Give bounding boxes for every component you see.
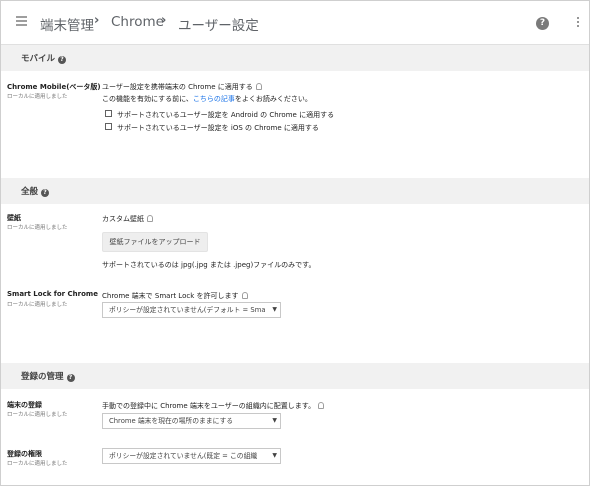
chevron-right-icon: › — [161, 13, 167, 28]
lightbulb-icon[interactable] — [255, 83, 262, 90]
dropdown-arrow-icon: ▼ — [272, 306, 277, 313]
settings-frame: 端末管理 › Chrome › ユーザー設定 ? モバイル? Chrome Mo… — [0, 0, 590, 486]
ios-apply-label: サポートされているユーザー設定を iOS の Chrome に適用する — [117, 124, 319, 132]
setting-name-device-enrollment: 端末の登録 — [7, 401, 42, 409]
custom-wallpaper-label: カスタム壁紙 — [102, 214, 153, 224]
setting-scope-smart-lock: ローカルに適用しました — [7, 302, 68, 308]
setting-name-enrollment-permission: 登録の権限 — [7, 450, 42, 458]
chevron-right-icon: › — [94, 13, 100, 28]
help-icon[interactable]: ? — [58, 56, 67, 64]
device-enrollment-label: 手動での登録中に Chrome 端末をユーザーの組織内に配置します。 — [102, 401, 325, 411]
dropdown-arrow-icon: ▼ — [272, 452, 277, 459]
upload-wallpaper-button[interactable]: 壁紙ファイルをアップロード — [102, 232, 208, 252]
section-title-enrollment: 登録の管理? — [21, 370, 75, 382]
android-apply-label: サポートされているユーザー設定を Android の Chrome に適用する — [117, 111, 335, 119]
ios-apply-checkbox[interactable] — [105, 123, 112, 130]
top-app-bar: 端末管理 › Chrome › ユーザー設定 ? — [1, 1, 589, 45]
device-enrollment-select[interactable]: Chrome 端末を現在の場所のままにする ▼ — [102, 413, 281, 429]
article-link[interactable]: こちらの記事 — [193, 95, 235, 103]
help-icon[interactable]: ? — [41, 189, 50, 197]
setting-scope-chrome-mobile: ローカルに適用しました — [7, 94, 68, 100]
breadcrumb-chrome[interactable]: Chrome — [111, 14, 164, 30]
help-icon[interactable]: ? — [536, 17, 549, 30]
setting-scope-enrollment-permission: ローカルに適用しました — [7, 461, 68, 467]
enrollment-permission-select[interactable]: ポリシーが設定されていません(既定 = この組織 ▼ — [102, 448, 281, 464]
hamburger-menu-icon[interactable] — [16, 16, 27, 26]
chrome-mobile-description: ユーザー設定を携帯端末の Chrome に適用する — [102, 82, 262, 92]
setting-name-smart-lock: Smart Lock for Chrome — [7, 290, 98, 298]
wallpaper-format-note: サポートされているのは jpg(.jpg または .jpeg)ファイルのみです。 — [102, 261, 316, 269]
lightbulb-icon[interactable] — [147, 215, 153, 222]
smart-lock-select[interactable]: ポリシーが設定されていません(デフォルト = Sma ▼ — [102, 302, 281, 318]
help-icon[interactable]: ? — [66, 374, 75, 382]
section-header-mobile: モバイル? — [1, 45, 589, 71]
setting-name-chrome-mobile: Chrome Mobile(ベータ版) — [7, 83, 101, 91]
smart-lock-label: Chrome 端末で Smart Lock を許可します — [102, 291, 248, 301]
setting-scope-device-enrollment: ローカルに適用しました — [7, 412, 68, 418]
setting-name-wallpaper: 壁紙 — [7, 214, 21, 222]
chrome-mobile-note: この機能を有効にする前に、こちらの記事をよくお読みください。 — [102, 95, 312, 103]
android-apply-checkbox[interactable] — [105, 110, 112, 117]
setting-scope-wallpaper: ローカルに適用しました — [7, 225, 68, 231]
more-vert-icon[interactable] — [576, 17, 580, 31]
lightbulb-icon[interactable] — [318, 402, 325, 409]
section-title-general: 全般? — [21, 185, 50, 197]
page-title: ユーザー設定 — [178, 18, 259, 34]
section-title-mobile: モバイル? — [21, 52, 67, 64]
section-header-general: 全般? — [1, 178, 589, 204]
lightbulb-icon[interactable] — [241, 292, 248, 299]
breadcrumb-device-management[interactable]: 端末管理 — [40, 14, 94, 34]
section-header-enrollment: 登録の管理? — [1, 363, 589, 389]
dropdown-arrow-icon: ▼ — [272, 417, 277, 424]
